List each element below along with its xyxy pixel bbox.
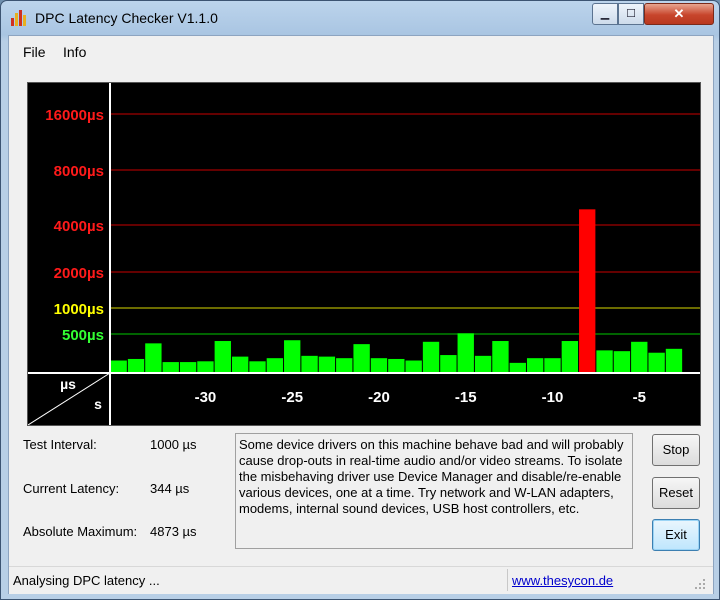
menu-bar: File Info <box>9 36 713 66</box>
window-title: DPC Latency Checker V1.1.0 <box>35 10 218 26</box>
latency-bar <box>405 360 422 373</box>
diagnostic-message: Some device drivers on this machine beha… <box>235 433 633 549</box>
status-bar: Analysing DPC latency ... www.thesycon.d… <box>9 566 713 594</box>
status-text: Analysing DPC latency ... <box>13 573 160 588</box>
latency-bar <box>509 362 526 373</box>
absolute-maximum-value: 4873 µs <box>150 524 197 539</box>
y-tick-label: 4000µs <box>54 218 104 235</box>
latency-bar <box>422 341 440 373</box>
app-window: DPC Latency Checker V1.1.0 ▁ ☐ ✕ File In… <box>0 0 720 600</box>
latency-graph: 16000µs 8000µs 4000µs 2000µs 1000µs 500µs µs s -… <box>27 82 701 426</box>
minimize-button[interactable]: ▁ <box>592 3 618 25</box>
reset-button[interactable]: Reset <box>652 477 700 509</box>
latency-bar <box>301 355 318 373</box>
y-tick-label: 500µs <box>62 327 104 344</box>
latency-bar <box>474 355 492 373</box>
latency-bar <box>162 362 179 373</box>
website-link[interactable]: www.thesycon.de <box>512 573 613 588</box>
latency-graph-svg: 16000µs 8000µs 4000µs 2000µs 1000µs 500µs µs s -… <box>28 83 700 425</box>
latency-bar <box>631 341 648 373</box>
y-tick-label: 1000µs <box>54 301 104 318</box>
latency-bar <box>648 352 665 373</box>
latency-bar <box>353 344 370 373</box>
maximize-button[interactable]: ☐ <box>618 3 644 25</box>
latency-bar <box>127 358 145 373</box>
app-icon <box>11 10 26 26</box>
x-tick-label: -5 <box>633 389 646 406</box>
x-tick-label: -10 <box>542 389 564 406</box>
corner-y-unit: µs <box>60 376 76 392</box>
status-separator <box>507 569 508 591</box>
latency-bar <box>370 358 388 373</box>
stop-button[interactable]: Stop <box>652 434 700 466</box>
latency-bar <box>665 348 683 373</box>
close-button[interactable]: ✕ <box>644 3 714 25</box>
latency-bar <box>214 341 231 373</box>
latency-bar <box>440 355 457 373</box>
latency-bar <box>388 358 405 373</box>
x-tick-label: -25 <box>281 389 303 406</box>
x-tick-label: -30 <box>195 389 217 406</box>
latency-bar <box>231 356 249 373</box>
latency-bar <box>336 358 353 373</box>
client-area: File Info 16000µs 8000µs 4000µs 2000µs 1000µ… <box>8 35 714 594</box>
latency-bar <box>596 350 613 373</box>
latency-bar <box>526 358 544 373</box>
current-latency-label: Current Latency: <box>23 481 120 496</box>
latency-bar <box>249 361 266 373</box>
latency-bar <box>266 358 284 373</box>
x-tick-label: -20 <box>368 389 390 406</box>
menu-file[interactable]: File <box>23 44 46 60</box>
latency-bar <box>544 358 561 373</box>
latency-bar <box>613 351 631 373</box>
y-tick-label: 2000µs <box>54 265 104 282</box>
latency-bar <box>579 209 596 373</box>
test-interval-value: 1000 µs <box>150 437 197 452</box>
latency-bar <box>179 362 197 373</box>
y-tick-label: 16000µs <box>45 107 104 124</box>
corner-x-unit: s <box>94 396 102 412</box>
exit-button[interactable]: Exit <box>652 519 700 551</box>
latency-bar <box>197 361 214 373</box>
title-bar[interactable]: DPC Latency Checker V1.1.0 ▁ ☐ ✕ <box>1 1 719 35</box>
latency-bar <box>145 343 162 373</box>
resize-grip-icon[interactable] <box>693 577 707 591</box>
current-latency-value: 344 µs <box>150 481 190 496</box>
latency-bar <box>284 340 301 373</box>
menu-info[interactable]: Info <box>63 44 86 60</box>
latency-bar <box>318 356 336 373</box>
x-tick-label: -15 <box>455 389 477 406</box>
test-interval-label: Test Interval: <box>23 437 97 452</box>
latency-bar <box>492 341 509 373</box>
latency-bar <box>110 360 127 373</box>
latency-bar <box>561 341 579 373</box>
latency-bar <box>457 333 474 373</box>
absolute-maximum-label: Absolute Maximum: <box>23 524 138 539</box>
y-tick-label: 8000µs <box>54 163 104 180</box>
